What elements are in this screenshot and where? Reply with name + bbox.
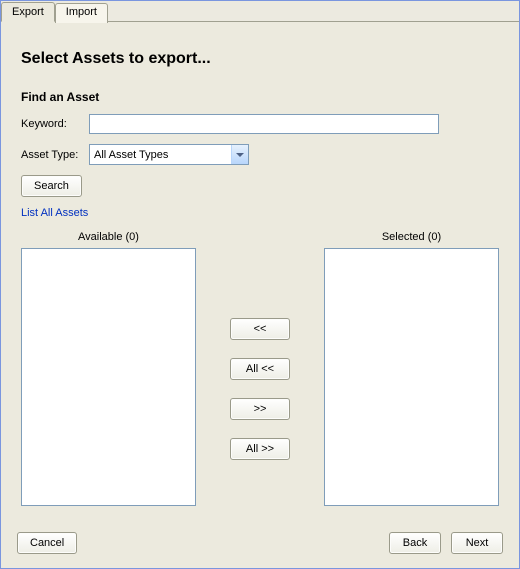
list-all-assets-link[interactable]: List All Assets: [21, 207, 499, 219]
asset-type-row: Asset Type: All Asset Types: [21, 144, 499, 165]
asset-type-select[interactable]: All Asset Types: [89, 144, 249, 165]
asset-type-value: All Asset Types: [90, 147, 231, 163]
tab-import-label: Import: [66, 6, 97, 18]
export-dialog: Export Import Select Assets to export...…: [0, 0, 520, 569]
find-asset-header: Find an Asset: [21, 90, 499, 104]
tab-import[interactable]: Import: [55, 3, 108, 23]
add-button[interactable]: >>: [230, 398, 290, 420]
tab-bar: Export Import: [1, 1, 519, 22]
asset-type-dropdown-button[interactable]: [231, 145, 248, 164]
add-all-button-label: All >>: [246, 443, 274, 455]
search-button-label: Search: [34, 180, 69, 192]
keyword-label: Keyword:: [21, 118, 89, 130]
back-button[interactable]: Back: [389, 532, 441, 554]
remove-button-label: <<: [254, 323, 267, 335]
search-button[interactable]: Search: [21, 175, 82, 197]
tab-export[interactable]: Export: [1, 2, 55, 22]
add-all-button[interactable]: All >>: [230, 438, 290, 460]
next-button-label: Next: [466, 537, 489, 549]
remove-all-button[interactable]: All <<: [230, 358, 290, 380]
chevron-down-icon: [236, 153, 244, 157]
remove-all-button-label: All <<: [246, 363, 274, 375]
search-row: Search: [21, 175, 499, 197]
dual-list: Available (0) << All << >> All >> Select…: [21, 231, 499, 506]
available-column: Available (0): [21, 231, 196, 506]
footer: Cancel Back Next: [17, 532, 503, 554]
add-button-label: >>: [254, 403, 267, 415]
asset-type-label: Asset Type:: [21, 149, 89, 161]
content-area: Select Assets to export... Find an Asset…: [1, 22, 519, 506]
remove-button[interactable]: <<: [230, 318, 290, 340]
tab-export-label: Export: [12, 6, 44, 18]
cancel-button[interactable]: Cancel: [17, 532, 77, 554]
keyword-input[interactable]: [89, 114, 439, 134]
keyword-row: Keyword:: [21, 114, 499, 134]
selected-listbox[interactable]: [324, 248, 499, 506]
selected-column: Selected (0): [324, 231, 499, 506]
page-title: Select Assets to export...: [21, 50, 499, 68]
back-button-label: Back: [403, 537, 427, 549]
selected-label: Selected (0): [382, 231, 441, 243]
next-button[interactable]: Next: [451, 532, 503, 554]
available-label: Available (0): [78, 231, 139, 243]
transfer-buttons: << All << >> All >>: [230, 231, 290, 506]
available-listbox[interactable]: [21, 248, 196, 506]
cancel-button-label: Cancel: [30, 537, 64, 549]
